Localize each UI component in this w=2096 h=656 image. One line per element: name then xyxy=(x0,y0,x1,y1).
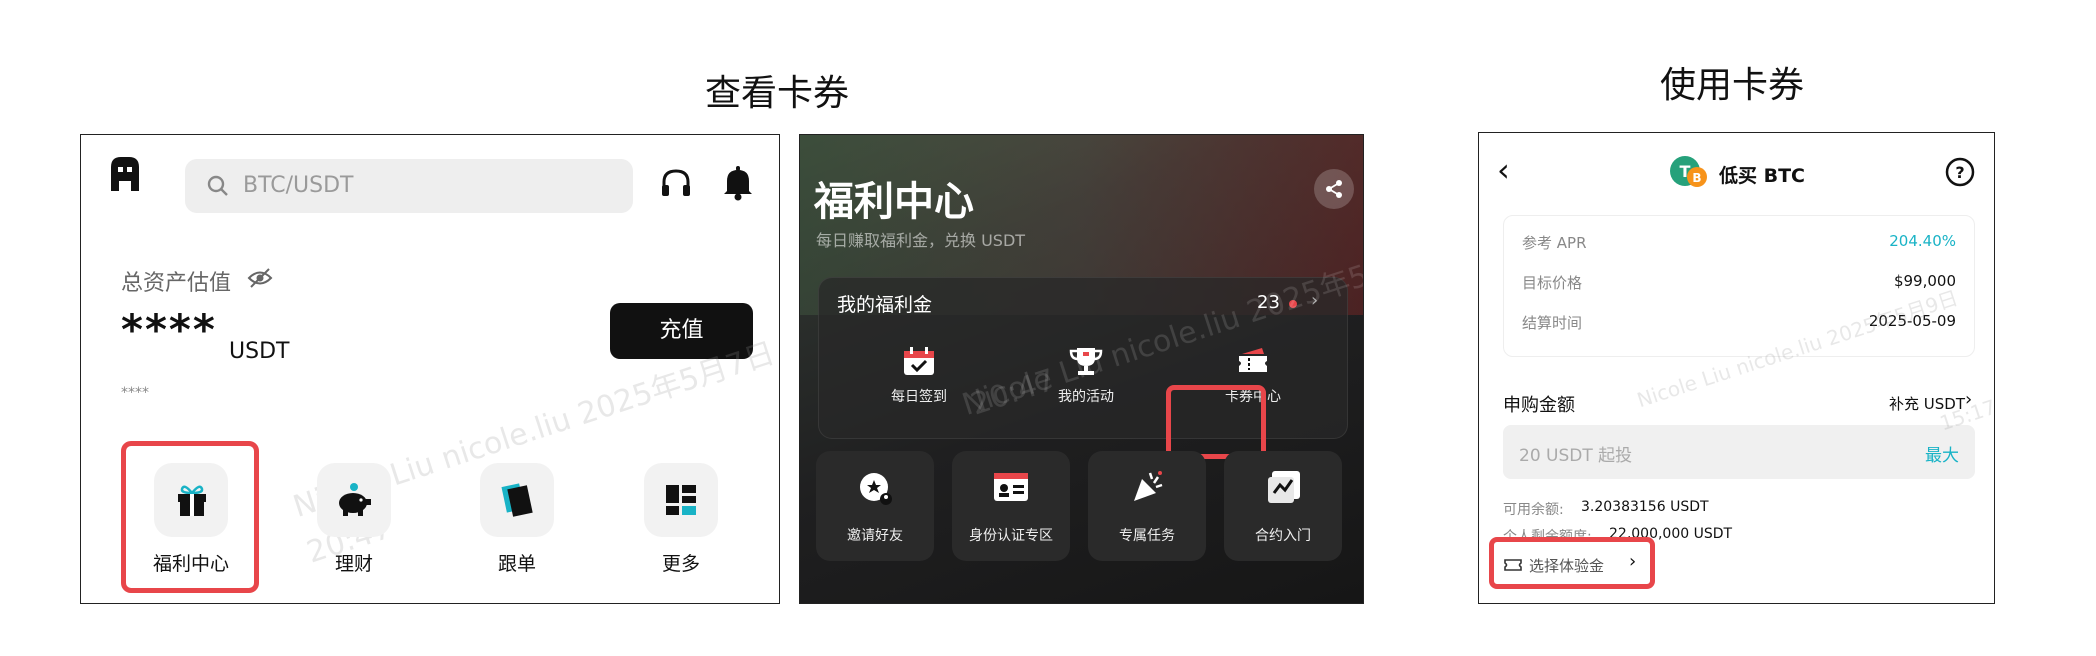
max-button[interactable]: 最大 xyxy=(1925,441,1959,466)
highlight-welfare-center xyxy=(121,441,259,593)
welfare-subtitle: 每日赚取福利金，兑换 USDT xyxy=(816,231,1026,250)
page-title: 低买 BTC xyxy=(1719,165,1806,187)
party-popper-icon xyxy=(1134,471,1163,501)
shortcut-wealth[interactable]: 理财 xyxy=(289,463,419,576)
apr-value: 204.40% xyxy=(1889,232,1956,250)
tile-identity-verification[interactable]: 身份认证专区 xyxy=(952,451,1070,561)
piggy-bank-icon xyxy=(339,483,371,516)
buy-low-screen: ‹ T B 低买 BTC ? 参考 APR 204.40% 目标价格 $99,0… xyxy=(1478,132,1995,604)
sub-balance-masked: **** xyxy=(121,385,149,401)
svg-text:?: ? xyxy=(1955,163,1964,182)
bell-icon[interactable] xyxy=(721,165,755,201)
calendar-check-icon xyxy=(904,347,934,375)
highlight-trial-bonus xyxy=(1489,537,1655,589)
available-balance-value: 3.20383156 USDT xyxy=(1581,499,1709,515)
shortcut-more[interactable]: 更多 xyxy=(616,463,746,576)
grid-more-icon xyxy=(666,485,696,515)
chart-icon xyxy=(1268,471,1300,503)
subscribe-amount-label: 申购金额 xyxy=(1503,395,1575,416)
my-bonus-label: 我的福利金 xyxy=(837,294,933,316)
share-button[interactable] xyxy=(1314,169,1354,209)
search-input[interactable]: BTC/USDT xyxy=(185,159,633,213)
amount-placeholder: 20 USDT 起投 xyxy=(1519,446,1633,466)
search-icon xyxy=(207,175,228,196)
ticket-icon xyxy=(1239,348,1267,372)
search-placeholder: BTC/USDT xyxy=(243,173,354,198)
heading-view-coupons: 查看卡券 xyxy=(705,73,850,114)
shortcut-label: 理财 xyxy=(334,553,373,575)
btc-coin-icon: T B xyxy=(1670,156,1707,187)
back-arrow-icon[interactable]: ‹ xyxy=(1497,151,1510,189)
balance-currency: USDT xyxy=(229,339,290,364)
invite-icon xyxy=(860,473,892,505)
total-assets-label: 总资产估值 xyxy=(121,271,232,296)
balance-masked: **** xyxy=(121,305,217,354)
amount-input[interactable]: 20 USDT 起投 最大 xyxy=(1503,425,1975,479)
headset-icon[interactable] xyxy=(659,167,693,201)
tile-invite-friends[interactable]: 邀请好友 xyxy=(816,451,934,561)
home-screen: BTC/USDT 总资产估值 **** USDT **** 充值 Nicole … xyxy=(80,134,780,604)
highlight-coupon-center xyxy=(1166,385,1266,459)
tile-label: 邀请好友 xyxy=(847,528,903,544)
share-icon xyxy=(1326,180,1342,198)
help-icon[interactable]: ? xyxy=(1945,157,1975,187)
tile-label: 专属任务 xyxy=(1119,528,1175,544)
tile-futures-intro[interactable]: 合约入门 xyxy=(1224,451,1342,561)
heading-use-coupons: 使用卡券 xyxy=(1660,65,1805,106)
tile-label: 身份认证专区 xyxy=(969,528,1053,544)
shortcut-label: 更多 xyxy=(661,553,700,575)
welfare-title: 福利中心 xyxy=(814,179,974,225)
available-balance-label: 可用余额: xyxy=(1503,502,1564,518)
copy-trade-icon xyxy=(501,483,533,517)
app-logo-icon[interactable] xyxy=(103,151,147,199)
eye-off-icon[interactable] xyxy=(247,267,273,289)
id-card-icon xyxy=(994,473,1028,501)
product-info-card: 参考 APR 204.40% 目标价格 $99,000 结算时间 2025-05… xyxy=(1503,215,1975,357)
tile-exclusive-tasks[interactable]: 专属任务 xyxy=(1088,451,1206,561)
shortcut-copy-trade[interactable]: 跟单 xyxy=(452,463,582,576)
svg-text:B: B xyxy=(1692,171,1701,185)
tile-label: 合约入门 xyxy=(1255,528,1311,544)
welfare-center-screen: 福利中心 每日赚取福利金，兑换 USDT 我的福利金 23 › 每日签到 我的活… xyxy=(799,134,1364,604)
shortcut-label: 跟单 xyxy=(497,553,536,575)
